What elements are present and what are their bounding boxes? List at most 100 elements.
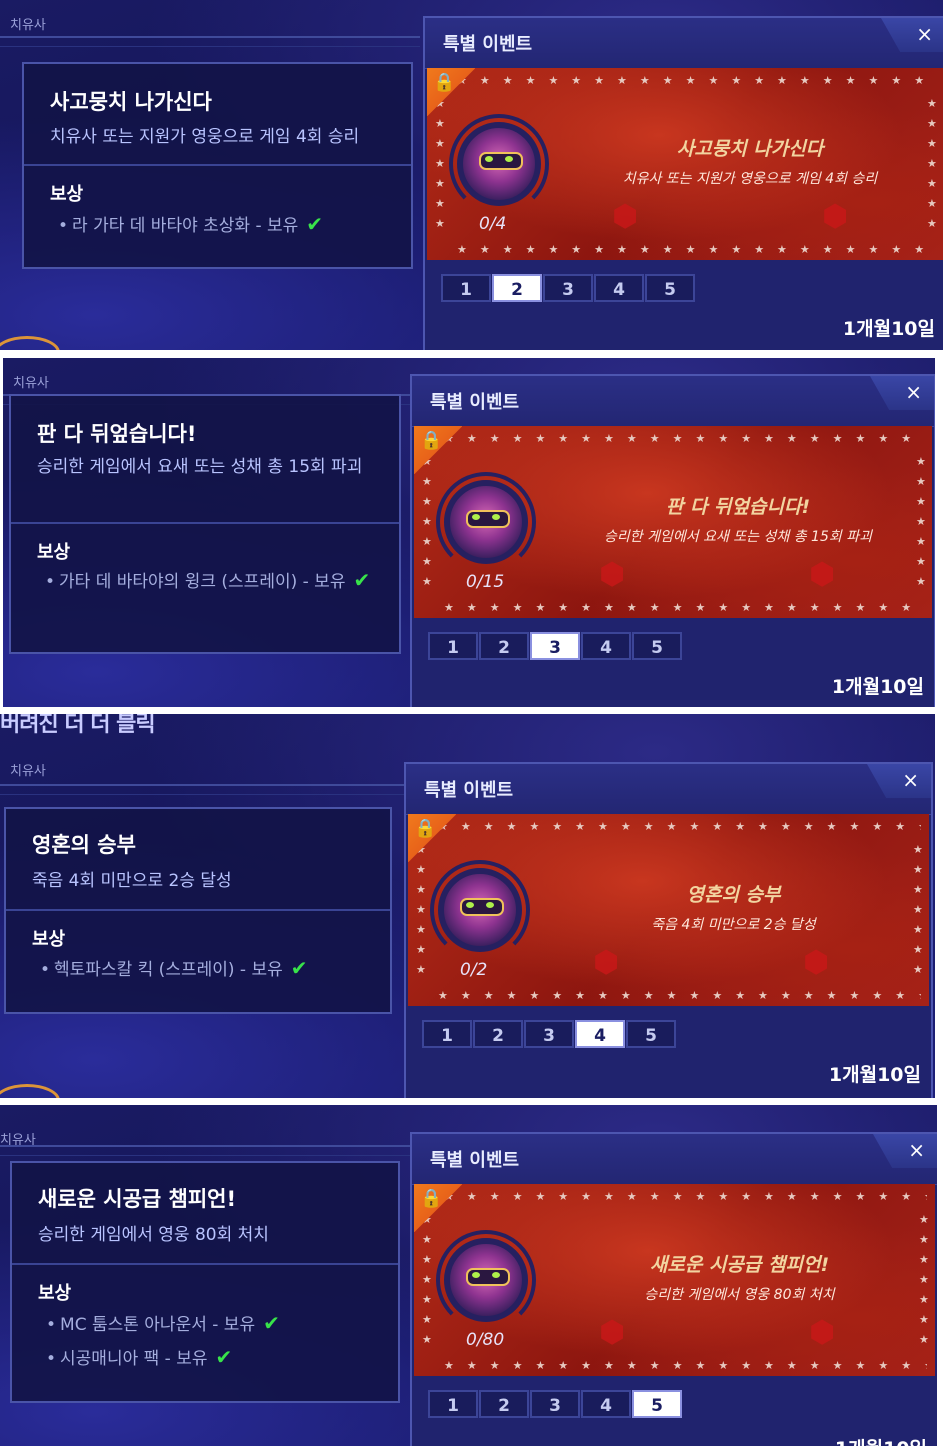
quest-title: 영혼의 승부 [32,833,136,857]
special-event-window: 특별 이벤트 × ★★★★★★★★★★★★★★★★★★★★★ ★ ★ ★ ★ ★ ★ ★ ★ ★ … [423,16,943,350]
partial-header-text: 버려진 더 더 블릭 [0,714,156,737]
screenshot-panel-1: 치유사 사고뭉치 나가신다 치유사 또는 지원가 영웅으로 게임 4회 승리 보… [0,0,943,350]
tab-4[interactable]: 4 [581,1390,631,1418]
event-title: 특별 이벤트 [443,34,533,55]
close-button[interactable]: × [873,1134,937,1168]
close-button[interactable]: × [870,376,934,410]
bullet-icon: • [45,572,56,592]
tab-4[interactable]: 4 [581,632,631,660]
tab-3[interactable]: 3 [530,1390,580,1418]
progress-count: 0/80 [466,1330,505,1350]
quest-info-box: 새로운 시공급 챔피언! 승리한 게임에서 영웅 80회 처치 보상 • MC 툼… [10,1161,400,1403]
event-title: 특별 이벤트 [430,392,520,413]
quest-title: 사고뭉치 나가신다 [50,90,212,114]
hero-portrait [457,122,541,206]
reward-text: 라 가타 데 바타야 초상화 - 보유 [72,216,299,236]
card-title: 영혼의 승부 [686,884,781,906]
quest-tabs: 12345 [428,632,683,660]
tab-3[interactable]: 3 [543,274,593,302]
lock-icon: 🔒 [414,818,437,839]
portrait-eye [472,1272,480,1278]
tab-2[interactable]: 2 [473,1020,523,1048]
hex-emblem-icon: ⬢ [809,1315,836,1350]
decorative-line [0,784,420,795]
hex-emblem-icon: ⬢ [803,945,830,980]
portrait-eye [505,156,513,162]
star-border-top: ★★★★★★★★★★★★★★★★★★★★★★★★★★★★★★ [438,820,921,833]
star-border-top: ★★★★★★★★★★★★★★★★★★★★★★★★★★★★★★ [444,1190,927,1203]
hex-emblem-icon: ⬢ [612,199,639,234]
tab-4[interactable]: 4 [594,274,644,302]
star-border-right: ★ ★ ★ ★ ★ ★ ★ [919,1213,929,1346]
divider [12,1263,398,1265]
tab-4[interactable]: 4 [575,1020,625,1048]
card-title: 사고뭉치 나가신다 [676,138,824,160]
reward-label: 보상 [38,1283,72,1304]
event-header: 특별 이벤트 × [406,764,931,815]
reward-item: • 라 가타 데 바타야 초상화 - 보유 ✔ [58,210,395,240]
tab-1[interactable]: 1 [428,632,478,660]
reward-text: 가타 데 바타야의 윙크 (스프레이) - 보유 [59,572,346,592]
close-button[interactable]: × [881,18,943,52]
reward-item: • 헥토파스칼 킥 (스프레이) - 보유 ✔ [40,954,374,984]
tab-1[interactable]: 1 [441,274,491,302]
special-event-window: 특별 이벤트 × ★★★★★★★★★★★★★★★★★★★★★ ★ ★ ★ ★ ★ ★ ★ ★ ★ … [410,374,935,707]
check-icon: ✔ [306,212,324,236]
lock-icon: 🔒 [420,1188,443,1209]
quest-tabs: 12345 [428,1390,683,1418]
card-description: 죽음 4회 미만으로 2승 달성 [651,917,816,933]
tab-5[interactable]: 5 [645,274,695,302]
card-description: 승리한 게임에서 영웅 80회 처치 [644,1287,835,1303]
hero-role-label: 치유사 [13,376,49,391]
hero-portrait [438,868,522,952]
quest-info-box: 사고뭉치 나가신다 치유사 또는 지원가 영웅으로 게임 4회 승리 보상 • 라… [22,62,413,269]
close-button[interactable]: × [867,764,931,798]
special-event-window: 특별 이벤트 × ★★★★★★★★★★★★★★★★★★★★★ ★ ★ ★ ★ ★ ★ ★ ★ ★ … [410,1132,937,1446]
tab-5[interactable]: 5 [632,1390,682,1418]
quest-card: ★★★★★★★★★★★★★★★★★★★★★ ★ ★ ★ ★ ★ ★ ★ ★ ★ ★ ★ ★ ★ ★★★ ★… [408,814,929,1006]
progress-count: 0/4 [479,214,507,234]
tab-1[interactable]: 1 [428,1390,478,1418]
tab-5[interactable]: 5 [626,1020,676,1048]
reward-item: • MC 툼스톤 아나운서 - 보유 ✔ [46,1309,382,1339]
check-icon: ✔ [215,1345,233,1369]
bullet-icon: • [40,960,51,980]
quest-info-box: 영혼의 승부 죽음 4회 미만으로 2승 달성 보상 • 헥토파스칼 킥 (스프레… [4,807,392,1014]
screenshot-panel-4: 치유사 새로운 시공급 챔피언! 승리한 게임에서 영웅 80회 처치 보상 •… [0,1105,937,1446]
quest-title: 판 다 뒤엎습니다! [37,422,197,446]
quest-card: ★★★★★★★★★★★★★★★★★★★★★ ★ ★ ★ ★ ★ ★ ★ ★ ★ ★ ★ ★ ★ ★★★ ★… [427,68,943,260]
tab-2[interactable]: 2 [492,274,542,302]
tab-5[interactable]: 5 [632,632,682,660]
quest-info-box: 판 다 뒤엎습니다! 승리한 게임에서 요새 또는 성채 총 15회 파괴 보상… [9,394,401,654]
tab-3[interactable]: 3 [524,1020,574,1048]
screenshot-panel-3: 버려진 더 더 블릭 치유사 영혼의 승부 죽음 4회 미만으로 2승 달성 보… [0,714,935,1098]
event-header: 특별 이벤트 × [425,18,943,69]
check-icon: ✔ [290,956,308,980]
tab-3[interactable]: 3 [530,632,580,660]
progress-count: 0/15 [466,572,505,592]
card-title: 판 다 뒤엎습니다! [665,496,811,518]
quest-card: ★★★★★★★★★★★★★★★★★★★★★ ★ ★ ★ ★ ★ ★ ★ ★ ★ ★ ★ ★ ★ ★★★ ★… [414,1184,935,1376]
tab-2[interactable]: 2 [479,1390,529,1418]
reward-label: 보상 [32,929,66,950]
event-timer: 1개월10일 [842,318,935,340]
hex-emblem-icon: ⬢ [822,199,849,234]
tab-1[interactable]: 1 [422,1020,472,1048]
quest-title: 새로운 시공급 챔피언! [38,1187,237,1211]
star-border-right: ★ ★ ★ ★ ★ ★ ★ [927,97,937,230]
reward-text: MC 툼스톤 아나운서 - 보유 [60,1315,256,1335]
check-icon: ✔ [263,1311,280,1335]
quest-card: ★★★★★★★★★★★★★★★★★★★★★ ★ ★ ★ ★ ★ ★ ★ ★ ★ ★ ★ ★ ★ ★★★ ★… [414,426,932,618]
star-border-right: ★ ★ ★ ★ ★ ★ ★ [913,843,923,976]
screenshot-panel-2: 치유사 판 다 뒤엎습니다! 승리한 게임에서 요새 또는 성채 총 15회 파… [3,358,935,707]
portrait-eye [486,902,494,908]
reward-label: 보상 [50,184,84,205]
tab-2[interactable]: 2 [479,632,529,660]
quest-tabs: 12345 [422,1020,677,1048]
hero-role-label: 치유사 [10,18,46,33]
hex-emblem-icon: ⬢ [599,557,626,592]
bullet-icon: • [46,1349,57,1369]
star-border-bottom: ★★★★★★★★★★★★★★★★★★★★★★★★★★★★★★ [444,601,924,614]
hex-emblem-icon: ⬢ [599,1315,626,1350]
reward-label: 보상 [37,542,71,563]
